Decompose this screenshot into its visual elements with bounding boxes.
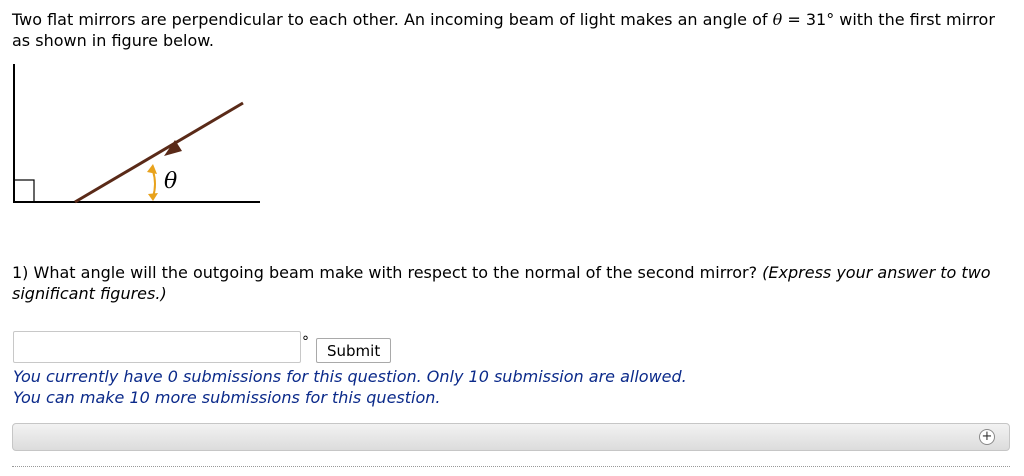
incident-beam — [74, 101, 244, 204]
angle-arrow — [152, 170, 156, 198]
right-angle-marker — [13, 179, 35, 203]
submit-button[interactable]: Submit — [316, 338, 392, 363]
degree-unit: ° — [302, 334, 309, 350]
expandable-panel[interactable]: + — [12, 423, 1010, 451]
question-text: 1) What angle will the outgoing beam mak… — [12, 263, 763, 282]
problem-statement: Two flat mirrors are perpendicular to ea… — [12, 9, 1012, 51]
mirror-figure: θ — [13, 64, 260, 204]
submission-status: You currently have 0 submissions for thi… — [13, 366, 687, 408]
angle-arrowhead-top — [147, 164, 157, 174]
problem-text-before: Two flat mirrors are perpendicular to ea… — [12, 10, 773, 29]
answer-input[interactable] — [13, 331, 301, 363]
plus-icon[interactable]: + — [979, 429, 995, 445]
theta-symbol: θ — [772, 10, 783, 29]
angle-label: θ — [164, 169, 177, 194]
submission-count: You currently have 0 submissions for thi… — [13, 367, 687, 386]
divider — [12, 466, 1010, 467]
question: 1) What angle will the outgoing beam mak… — [12, 262, 1012, 304]
submissions-remaining: You can make 10 more submissions for thi… — [13, 388, 441, 407]
angle-arrowhead-bottom — [148, 193, 158, 201]
